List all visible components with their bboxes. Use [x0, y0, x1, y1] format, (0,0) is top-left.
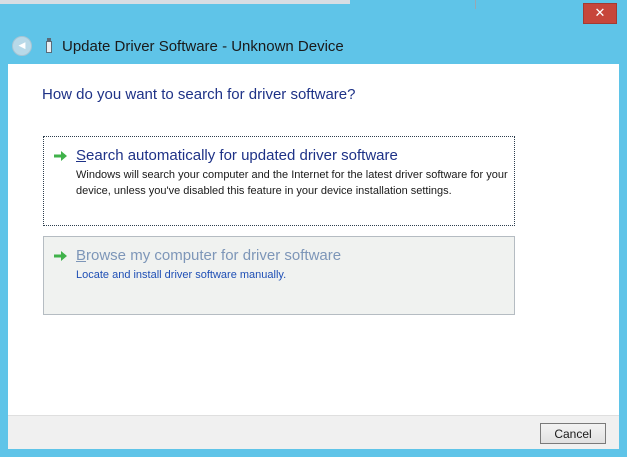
- usb-device-icon: [44, 38, 54, 54]
- close-icon: ✕: [594, 6, 606, 21]
- window-title: Update Driver Software - Unknown Device: [62, 37, 344, 55]
- background-window-edge: [0, 0, 350, 4]
- button-bar: Cancel: [8, 415, 619, 449]
- wizard-content: How do you want to search for driver sof…: [8, 64, 619, 415]
- green-arrow-icon: [54, 251, 67, 261]
- green-arrow-icon: [54, 151, 67, 161]
- option-description: Locate and install driver software manua…: [76, 269, 287, 281]
- option-description: Windows will search your computer and th…: [76, 169, 508, 197]
- background-window-divider: [475, 0, 476, 9]
- window-frame: ✕ ◀ Update Driver Software - Unknown Dev…: [0, 0, 627, 457]
- option-title-rest: rowse my computer for driver software: [86, 247, 342, 264]
- option-title-rest: earch automatically for updated driver s…: [86, 147, 398, 164]
- page-heading: How do you want to search for driver sof…: [42, 86, 356, 103]
- option-title: Search automatically for updated driver …: [76, 147, 398, 164]
- option-title: Browse my computer for driver software: [76, 247, 341, 264]
- mnemonic-letter: S: [76, 147, 87, 164]
- mnemonic-letter: B: [76, 247, 87, 264]
- close-button[interactable]: ✕: [583, 3, 617, 24]
- cancel-button[interactable]: Cancel: [540, 423, 606, 444]
- window-bottom-border: [0, 449, 627, 457]
- browse-computer-option[interactable]: Browse my computer for driver software L…: [43, 236, 515, 315]
- back-arrow-icon: ◀: [18, 40, 26, 51]
- title-bar: ◀ Update Driver Software - Unknown Devic…: [8, 30, 619, 62]
- search-automatically-option[interactable]: Search automatically for updated driver …: [43, 136, 515, 226]
- back-button[interactable]: ◀: [12, 36, 32, 56]
